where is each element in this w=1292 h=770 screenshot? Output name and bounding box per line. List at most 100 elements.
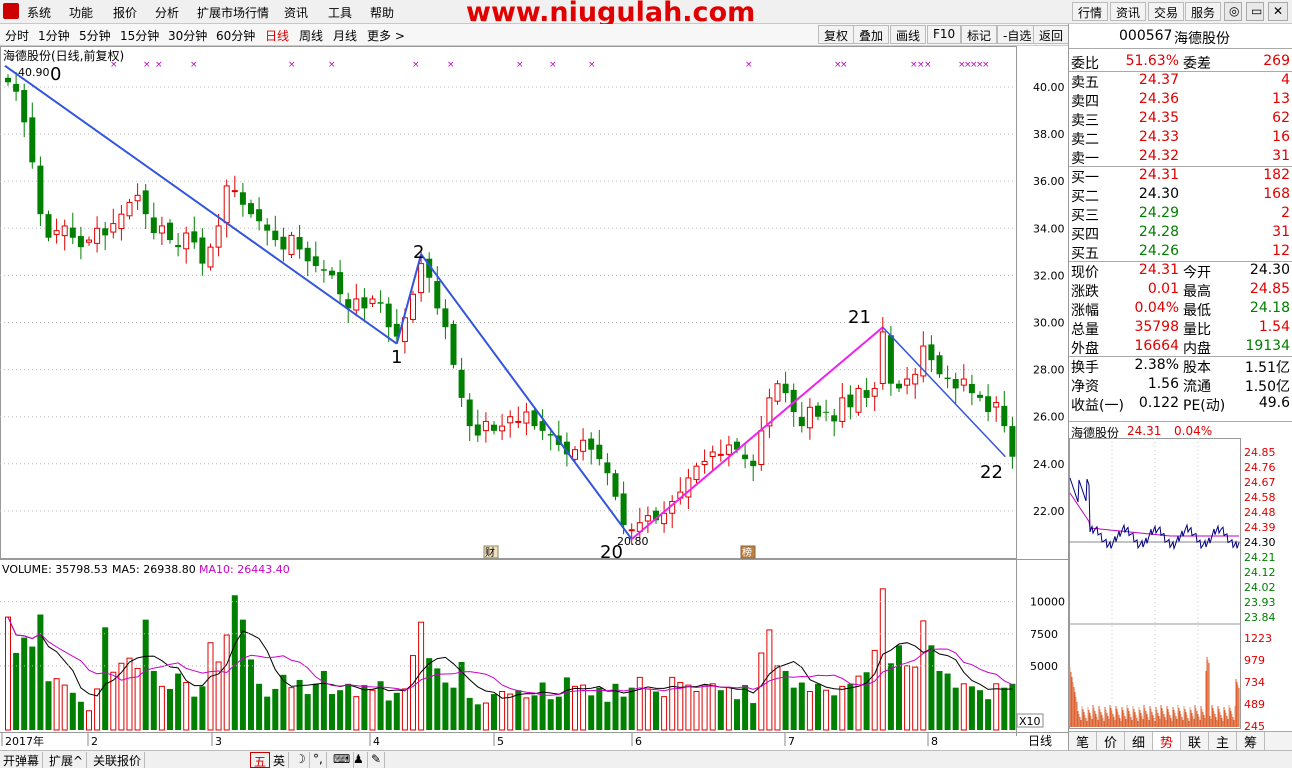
mark-button[interactable]: 标记 — [961, 25, 998, 44]
info-mark-icon[interactable]: × — [190, 60, 198, 70]
info-mark-icon[interactable]: × — [328, 60, 336, 70]
volume-bar — [320, 670, 327, 730]
period-60min[interactable]: 60分钟 — [216, 27, 255, 44]
quote-value: 24.26 — [1138, 243, 1179, 259]
volume-bar — [86, 710, 92, 731]
ime-punct-icon[interactable]: °, — [310, 752, 327, 768]
ime-settings-icon[interactable]: ✎ — [368, 752, 386, 768]
date-labels: 2017年 2 3 4 5 6 7 8 — [1, 733, 938, 748]
extend-button[interactable]: 扩展^ — [46, 752, 88, 768]
info-mark-icon[interactable]: × — [924, 60, 932, 70]
info-mark-icon[interactable]: × — [412, 60, 420, 70]
add-watchlist-button[interactable]: -自选 — [997, 25, 1038, 44]
volume-ma10-line — [7, 616, 1013, 696]
close-icon[interactable]: ✕ — [1268, 2, 1288, 21]
wave-line-0-1 — [4, 64, 398, 345]
adjust-button[interactable]: 复权 — [818, 25, 855, 44]
candle-body — [831, 415, 838, 422]
ime-moon-icon[interactable]: ☽ — [292, 752, 310, 768]
period-weekly[interactable]: 周线 — [299, 27, 323, 44]
ime-english[interactable]: 英 — [270, 752, 290, 768]
period-tick[interactable]: 分时 — [5, 27, 29, 44]
volume-bar — [847, 683, 854, 730]
quote-value: 51.63% — [1125, 53, 1179, 69]
danmaku-button[interactable]: 开弹幕 — [0, 752, 44, 768]
mini-pct: 0.04% — [1174, 424, 1213, 438]
mini-intraday-chart[interactable]: 24.85 24.76 24.67 24.58 24.48 24.39 24.30 24.21… — [1069, 438, 1292, 748]
candle-body — [474, 424, 481, 436]
tab-chips[interactable]: 筹 — [1237, 732, 1265, 751]
draw-line-button[interactable]: 画线 — [890, 25, 927, 44]
candle-body — [410, 293, 416, 320]
back-button[interactable]: 返回 — [1033, 25, 1070, 44]
ime-wubi[interactable]: 五 — [250, 752, 271, 769]
tab-news[interactable]: 资讯 — [1110, 2, 1147, 21]
candle-body — [774, 383, 781, 402]
tab-trend[interactable]: 势 — [1153, 732, 1181, 751]
volume-bar — [1001, 687, 1008, 730]
price-tick-label: 28.00 — [1033, 364, 1065, 377]
period-1min[interactable]: 1分钟 — [38, 27, 70, 44]
app-logo-icon — [3, 3, 19, 19]
tab-related[interactable]: 联 — [1181, 732, 1209, 751]
info-mark-icon[interactable]: × — [143, 60, 151, 70]
info-mark-icon[interactable]: × — [447, 60, 455, 70]
menu-help[interactable]: 帮助 — [370, 4, 394, 21]
menu-analysis[interactable]: 分析 — [155, 4, 179, 21]
info-mark-icon[interactable]: × — [549, 60, 557, 70]
candle-body — [725, 444, 732, 455]
volume-bar — [701, 684, 708, 731]
tab-main[interactable]: 主 — [1209, 732, 1237, 751]
volume-bar — [434, 668, 441, 730]
related-quote-button[interactable]: 关联报价 — [90, 752, 146, 768]
mini-price: 24.31 — [1127, 424, 1162, 438]
period-more[interactable]: 更多 > — [367, 27, 405, 44]
info-mark-icon[interactable]: × — [155, 60, 163, 70]
info-mark-icon[interactable]: × — [982, 60, 990, 70]
volume-bar — [272, 688, 279, 730]
wave-label-20: 20 — [600, 542, 623, 563]
quote-value2: 49.6 — [1258, 395, 1290, 411]
period-daily[interactable]: 日线 — [265, 27, 289, 44]
volume-bar — [410, 655, 416, 731]
volume-bar — [126, 657, 133, 731]
tab-price[interactable]: 价 — [1097, 732, 1125, 751]
info-mark-icon[interactable]: × — [588, 60, 596, 70]
info-mark-icon[interactable]: × — [745, 60, 753, 70]
kline-chart-area[interactable]: 40.00 38.00 36.00 34.00 32.00 30.00 28.00 26.00… — [0, 46, 1068, 750]
menu-function[interactable]: 功能 — [69, 4, 93, 21]
menu-quote[interactable]: 报价 — [113, 4, 137, 21]
info-mark-icon[interactable]: × — [840, 60, 848, 70]
kline-chart-svg[interactable]: 40.00 38.00 36.00 34.00 32.00 30.00 28.00 26.00… — [0, 46, 1068, 750]
menu-system[interactable]: 系统 — [27, 4, 51, 21]
tab-detail[interactable]: 细 — [1125, 732, 1153, 751]
tab-trade[interactable]: 交易 — [1148, 2, 1185, 21]
candle-body — [434, 281, 441, 309]
info-mark-icon[interactable]: × — [288, 60, 296, 70]
volume-bar — [604, 701, 611, 730]
info-mark-icon[interactable]: × — [516, 60, 524, 70]
period-30min[interactable]: 30分钟 — [168, 27, 207, 44]
candle-body — [912, 373, 919, 385]
menu-tools[interactable]: 工具 — [328, 4, 352, 21]
overlay-button[interactable]: 叠加 — [853, 25, 890, 44]
period-monthly[interactable]: 月线 — [333, 27, 357, 44]
candle-body — [977, 394, 983, 398]
quote-row: 外盘 16664 内盘 19134 — [1069, 338, 1292, 357]
volume-bar — [337, 690, 344, 730]
minimize-icon[interactable]: ▭ — [1246, 2, 1264, 21]
tab-service[interactable]: 服务 — [1185, 2, 1222, 21]
f10-button[interactable]: F10 — [927, 25, 962, 44]
period-15min[interactable]: 15分钟 — [120, 27, 159, 44]
tab-market[interactable]: 行情 — [1072, 2, 1109, 21]
menu-news[interactable]: 资讯 — [284, 4, 308, 21]
ime-user-icon[interactable]: ♟ — [350, 752, 368, 768]
menu-extended-market[interactable]: 扩展市场行情 — [197, 4, 269, 21]
candle-body — [118, 213, 125, 230]
date-label: 4 — [373, 735, 380, 748]
quote-value: 2.38% — [1134, 357, 1179, 373]
period-5min[interactable]: 5分钟 — [79, 27, 111, 44]
tab-tick[interactable]: 笔 — [1069, 732, 1097, 751]
restore-icon[interactable]: ◎ — [1224, 2, 1242, 21]
quote-row: 买二 24.30 168 — [1069, 186, 1292, 205]
